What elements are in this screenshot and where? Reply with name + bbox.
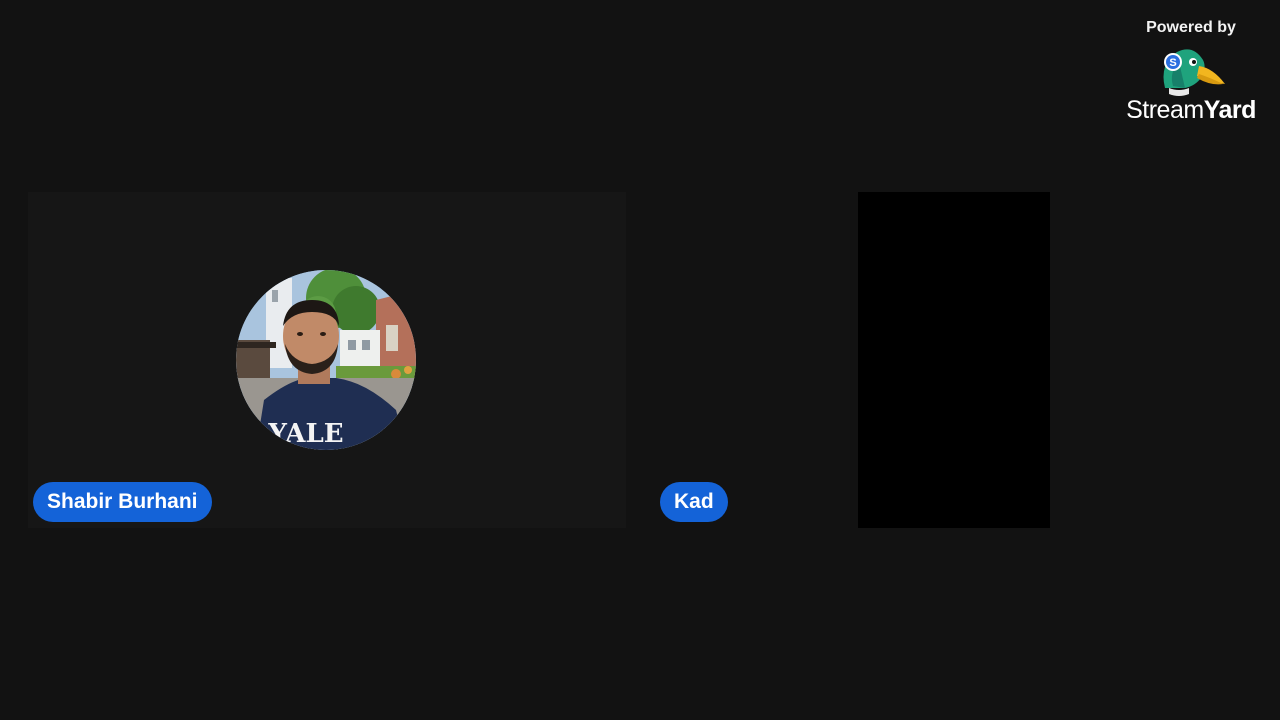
participant-name-tag: Kad (660, 482, 728, 522)
wordmark-bold: Yard (1203, 96, 1257, 124)
participant-avatar: YALE (236, 270, 416, 450)
participant-tile-shabir: YALE Shabir Burhani (28, 192, 626, 528)
duck-icon: S (1163, 49, 1225, 96)
stream-stage: YALE Shabir Burhani Kad Powered by S Str… (0, 0, 1280, 720)
powered-by-label: Powered by (1146, 19, 1236, 36)
avatar-photo: YALE (236, 270, 416, 450)
logo-badge-letter: S (1169, 57, 1176, 69)
streamyard-branding: Powered by S StreamYard (1116, 18, 1266, 124)
participant-video-feed (858, 192, 1050, 528)
participant-tile-kad: Kad (630, 192, 1250, 528)
participant-name-tag: Shabir Burhani (33, 482, 212, 522)
wordmark-light: Stream (1126, 96, 1204, 124)
svg-text:YALE: YALE (267, 419, 343, 449)
streamyard-wordmark: StreamYard (1116, 96, 1266, 124)
